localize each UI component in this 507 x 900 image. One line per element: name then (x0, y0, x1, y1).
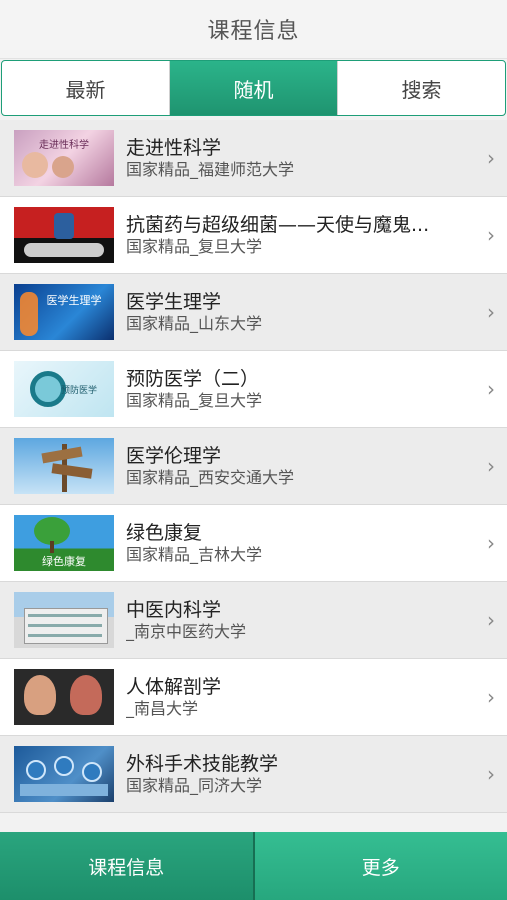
course-thumbnail (14, 669, 114, 725)
chevron-right-icon: › (487, 608, 495, 632)
course-thumbnail (14, 438, 114, 494)
bottom-nav: 课程信息 更多 (0, 832, 507, 900)
chevron-right-icon: › (487, 223, 495, 247)
course-item[interactable]: 预防医学 预防医学（二） 国家精品_复旦大学 › (0, 351, 507, 428)
course-item[interactable]: 医学生理学 医学生理学 国家精品_山东大学 › (0, 274, 507, 351)
course-title: 人体解剖学 (126, 676, 222, 698)
course-source: 国家精品_吉林大学 (126, 545, 263, 564)
course-title: 医学生理学 (126, 291, 222, 313)
chevron-right-icon: › (487, 146, 495, 170)
segment-tabs: 最新 随机 搜索 (1, 60, 506, 116)
course-source: _南京中医药大学 (126, 622, 247, 641)
course-title: 预防医学（二） (126, 368, 260, 390)
course-title: 中医内科学 (126, 599, 222, 621)
course-item[interactable]: 人体解剖学 _南昌大学 › (0, 659, 507, 736)
course-item[interactable]: 绿色康复 绿色康复 国家精品_吉林大学 › (0, 505, 507, 582)
course-thumbnail (14, 746, 114, 802)
course-item[interactable]: 医学伦理学 国家精品_西安交通大学 › (0, 428, 507, 505)
chevron-right-icon: › (487, 762, 495, 786)
title-bar: 课程信息 (0, 0, 507, 59)
chevron-right-icon: › (487, 300, 495, 324)
course-thumbnail: 走进性科学 (14, 130, 114, 186)
course-title: 绿色康复 (126, 522, 203, 544)
course-source: 国家精品_复旦大学 (126, 391, 263, 410)
course-list: 走进性科学 走进性科学 国家精品_福建师范大学 › 抗菌药与超级细菌——天使与魔… (0, 120, 507, 813)
course-thumbnail (14, 207, 114, 263)
course-title: 外科手术技能教学 (126, 753, 279, 775)
course-thumbnail: 绿色康复 (14, 515, 114, 571)
course-source: 国家精品_复旦大学 (126, 237, 263, 256)
course-source: _南昌大学 (126, 699, 199, 718)
course-item[interactable]: 走进性科学 走进性科学 国家精品_福建师范大学 › (0, 120, 507, 197)
course-thumbnail: 医学生理学 (14, 284, 114, 340)
nav-more[interactable]: 更多 (254, 832, 507, 900)
course-source: 国家精品_同济大学 (126, 776, 263, 795)
course-title: 走进性科学 (126, 137, 222, 159)
chevron-right-icon: › (487, 377, 495, 401)
thumb-caption: 预防医学 (60, 386, 97, 396)
page-title: 课程信息 (207, 19, 300, 44)
course-thumbnail (14, 592, 114, 648)
course-source: 国家精品_福建师范大学 (126, 160, 295, 179)
course-title: 抗菌药与超级细菌——天使与魔鬼... (126, 214, 430, 236)
nav-course-info[interactable]: 课程信息 (0, 832, 255, 900)
course-title: 医学伦理学 (126, 445, 222, 467)
chevron-right-icon: › (487, 454, 495, 478)
chevron-right-icon: › (487, 685, 495, 709)
course-item[interactable]: 外科手术技能教学 国家精品_同济大学 › (0, 736, 507, 813)
tab-latest[interactable]: 最新 (2, 61, 170, 115)
chevron-right-icon: › (487, 531, 495, 555)
course-source: 国家精品_西安交通大学 (126, 468, 295, 487)
tab-random[interactable]: 随机 (170, 61, 338, 115)
tab-search[interactable]: 搜索 (338, 61, 505, 115)
course-source: 国家精品_山东大学 (126, 314, 263, 333)
thumb-caption: 绿色康复 (42, 555, 86, 568)
thumb-caption: 医学生理学 (46, 294, 102, 307)
thumb-caption: 走进性科学 (39, 140, 89, 151)
course-item[interactable]: 中医内科学 _南京中医药大学 › (0, 582, 507, 659)
course-thumbnail: 预防医学 (14, 361, 114, 417)
course-item[interactable]: 抗菌药与超级细菌——天使与魔鬼... 国家精品_复旦大学 › (0, 197, 507, 274)
